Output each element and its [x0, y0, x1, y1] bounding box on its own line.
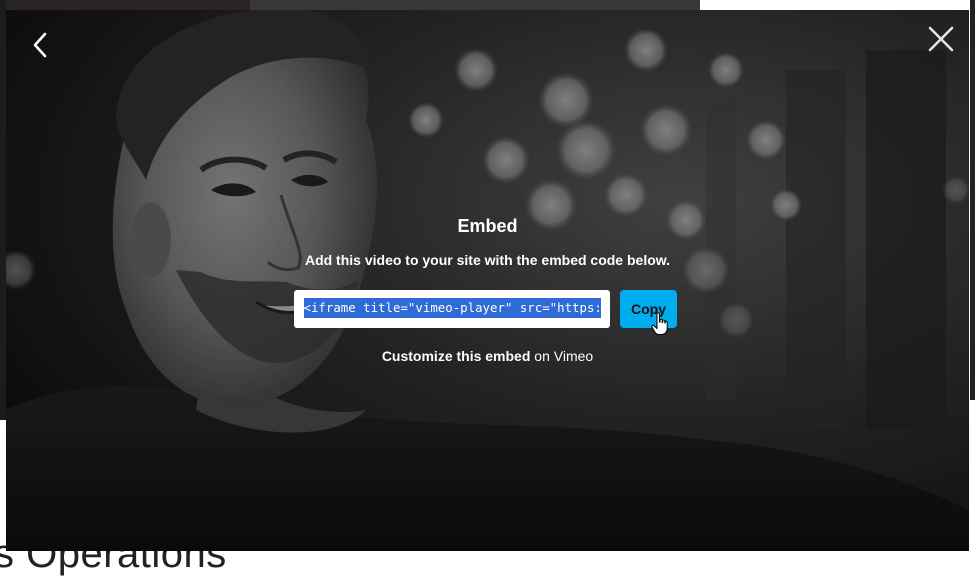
page-right-edge — [970, 0, 975, 400]
embed-panel: Embed Add this video to your site with t… — [6, 10, 969, 551]
hand-pointer-icon — [651, 312, 668, 335]
embed-subtitle: Add this video to your site with the emb… — [304, 252, 671, 268]
customize-embed-line: Customize this embed on Vimeo — [6, 348, 969, 364]
video-player: Embed Add this video to your site with t… — [6, 10, 969, 551]
customize-embed-suffix: on Vimeo — [530, 348, 594, 364]
customize-embed-link[interactable]: Customize this embed — [382, 348, 531, 364]
embed-code-text[interactable]: <iframe title="vimeo-player" src="https: — [303, 298, 601, 318]
embed-title: Embed — [457, 216, 518, 236]
embed-code-field[interactable]: <iframe title="vimeo-player" src="https: — [294, 290, 610, 328]
page-top-strip — [0, 0, 250, 10]
page-top-strip — [250, 0, 700, 10]
